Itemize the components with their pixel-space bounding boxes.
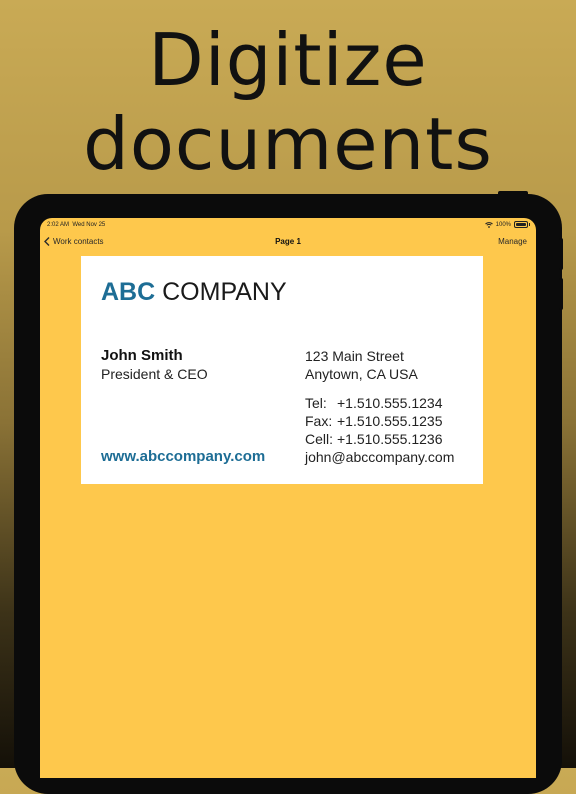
fax-value: +1.510.555.1235 bbox=[337, 413, 443, 429]
status-time: 2:02 AM Wed Nov 25 bbox=[47, 222, 105, 228]
ipad-screen: 2:02 AM Wed Nov 25 100% Work contacts Pa… bbox=[40, 218, 536, 778]
email-row: john@abccompany.com bbox=[305, 448, 454, 466]
wifi-icon bbox=[484, 221, 493, 228]
tel-row: Tel: +1.510.555.1234 bbox=[305, 394, 454, 412]
battery-percent: 100% bbox=[495, 221, 511, 228]
cell-value: +1.510.555.1236 bbox=[337, 431, 443, 447]
status-bar: 2:02 AM Wed Nov 25 100% bbox=[40, 218, 536, 232]
page-title: Page 1 bbox=[275, 237, 301, 246]
contact-title: President & CEO bbox=[101, 366, 208, 382]
headline-line-1: Digitize bbox=[148, 18, 428, 102]
cell-row: Cell: +1.510.555.1236 bbox=[305, 430, 454, 448]
cell-label: Cell: bbox=[305, 431, 334, 447]
fax-row: Fax: +1.510.555.1235 bbox=[305, 412, 454, 430]
ipad-volume-down-button bbox=[559, 278, 563, 310]
address-line-1: 123 Main Street bbox=[305, 348, 404, 364]
status-indicators: 100% bbox=[484, 221, 530, 228]
logo-company: COMPANY bbox=[155, 278, 287, 306]
navigation-bar: Work contacts Page 1 Manage bbox=[40, 236, 536, 250]
logo-abc: ABC bbox=[101, 278, 156, 306]
manage-button[interactable]: Manage bbox=[498, 237, 527, 246]
business-card-scan[interactable]: ABC COMPANY John Smith President & CEO w… bbox=[81, 256, 483, 484]
headline: Digitize documents bbox=[0, 18, 576, 186]
contact-address: 123 Main Street Anytown, CA USA bbox=[305, 347, 418, 383]
contact-name: John Smith bbox=[101, 347, 183, 364]
headline-line-2: documents bbox=[83, 102, 493, 186]
ipad-volume-up-button bbox=[559, 238, 563, 270]
tel-value: +1.510.555.1234 bbox=[337, 395, 443, 411]
address-line-2: Anytown, CA USA bbox=[305, 366, 418, 382]
company-website: www.abccompany.com bbox=[101, 448, 266, 465]
ipad-top-button bbox=[498, 191, 528, 196]
tel-label: Tel: bbox=[305, 395, 327, 411]
contact-numbers: Tel: +1.510.555.1234 Fax: +1.510.555.1235 … bbox=[305, 394, 454, 466]
status-clock: 2:02 AM bbox=[47, 222, 70, 228]
email-value: john@abccompany.com bbox=[305, 449, 455, 465]
fax-label: Fax: bbox=[305, 413, 333, 429]
battery-icon bbox=[514, 221, 530, 228]
company-logo: ABC COMPANY bbox=[101, 278, 287, 307]
status-date: Wed Nov 25 bbox=[72, 222, 106, 228]
